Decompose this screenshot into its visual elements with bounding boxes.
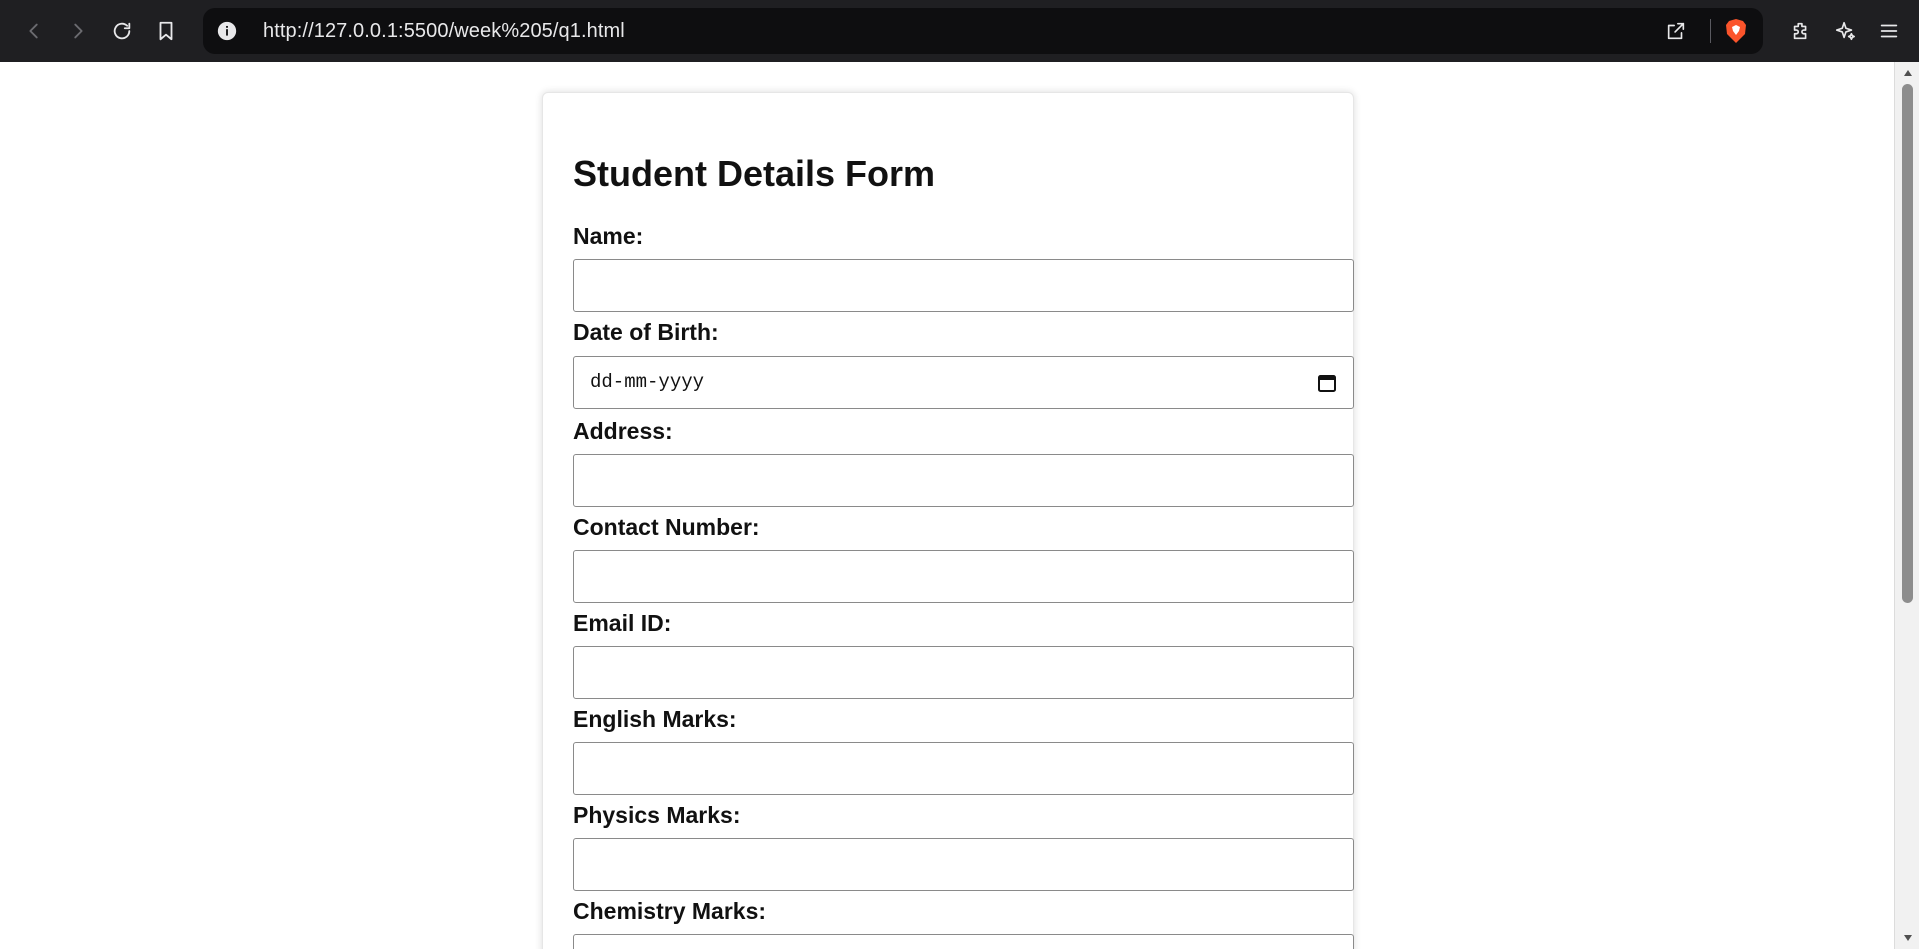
name-input[interactable] (573, 259, 1354, 312)
address-bar[interactable]: http://127.0.0.1:5500/week%205/q1.html (203, 8, 1763, 54)
forward-button[interactable] (56, 9, 100, 53)
bookmark-button[interactable] (144, 9, 188, 53)
contact-number-input[interactable] (573, 550, 1354, 603)
navigation-buttons (12, 9, 188, 53)
chemistry-marks-input[interactable] (573, 934, 1354, 949)
scroll-thumb[interactable] (1902, 84, 1913, 603)
browser-toolbar: http://127.0.0.1:5500/week%205/q1.html (0, 0, 1919, 62)
divider (1710, 19, 1711, 43)
forward-icon (74, 23, 83, 39)
address-input[interactable] (573, 454, 1354, 507)
vertical-scrollbar[interactable] (1894, 62, 1919, 949)
english-marks-label: English Marks: (573, 706, 737, 732)
site-info-button[interactable] (215, 19, 239, 43)
address-label: Address: (573, 418, 673, 444)
name-label: Name: (573, 223, 644, 249)
reload-button[interactable] (100, 9, 144, 53)
student-form-card: Student Details Form Name: Date of Birth… (542, 92, 1354, 949)
dob-input[interactable]: dd-mm-yyyy (573, 356, 1354, 409)
menu-icon (1880, 24, 1898, 38)
brave-shields-button[interactable] (1723, 17, 1749, 45)
scroll-up-button[interactable] (1895, 64, 1919, 82)
brave-shields-icon (1726, 19, 1746, 43)
reload-icon (113, 22, 131, 40)
back-icon (29, 23, 38, 39)
physics-marks-input[interactable] (573, 838, 1354, 891)
email-label: Email ID: (573, 610, 672, 636)
physics-marks-label: Physics Marks: (573, 802, 741, 828)
chemistry-marks-label: Chemistry Marks: (573, 898, 767, 924)
leo-ai-icon (1835, 21, 1855, 41)
menu-button[interactable] (1867, 9, 1911, 53)
leo-ai-button[interactable] (1823, 9, 1867, 53)
form-title: Student Details Form (573, 153, 936, 194)
share-icon (1667, 22, 1685, 40)
back-button[interactable] (12, 9, 56, 53)
address-bar-actions (1654, 8, 1749, 54)
contact-number-label: Contact Number: (573, 514, 760, 540)
bookmark-icon (159, 21, 173, 41)
email-input[interactable] (573, 646, 1354, 699)
extensions-button[interactable] (1779, 9, 1823, 53)
site-info-icon (217, 21, 237, 41)
scroll-down-button[interactable] (1895, 929, 1919, 947)
english-marks-input[interactable] (573, 742, 1354, 795)
scroll-down-icon (1903, 935, 1912, 941)
url-text[interactable]: http://127.0.0.1:5500/week%205/q1.html (263, 20, 625, 43)
calendar-icon[interactable] (1317, 373, 1337, 393)
dob-placeholder: dd-mm-yyyy (590, 371, 705, 393)
dob-label: Date of Birth: (573, 319, 719, 345)
page-viewport: Student Details Form Name: Date of Birth… (0, 62, 1894, 949)
extensions-icon (1793, 22, 1807, 40)
toolbar-right-buttons (1779, 9, 1911, 53)
scroll-up-icon (1903, 70, 1912, 76)
share-button[interactable] (1654, 9, 1698, 53)
